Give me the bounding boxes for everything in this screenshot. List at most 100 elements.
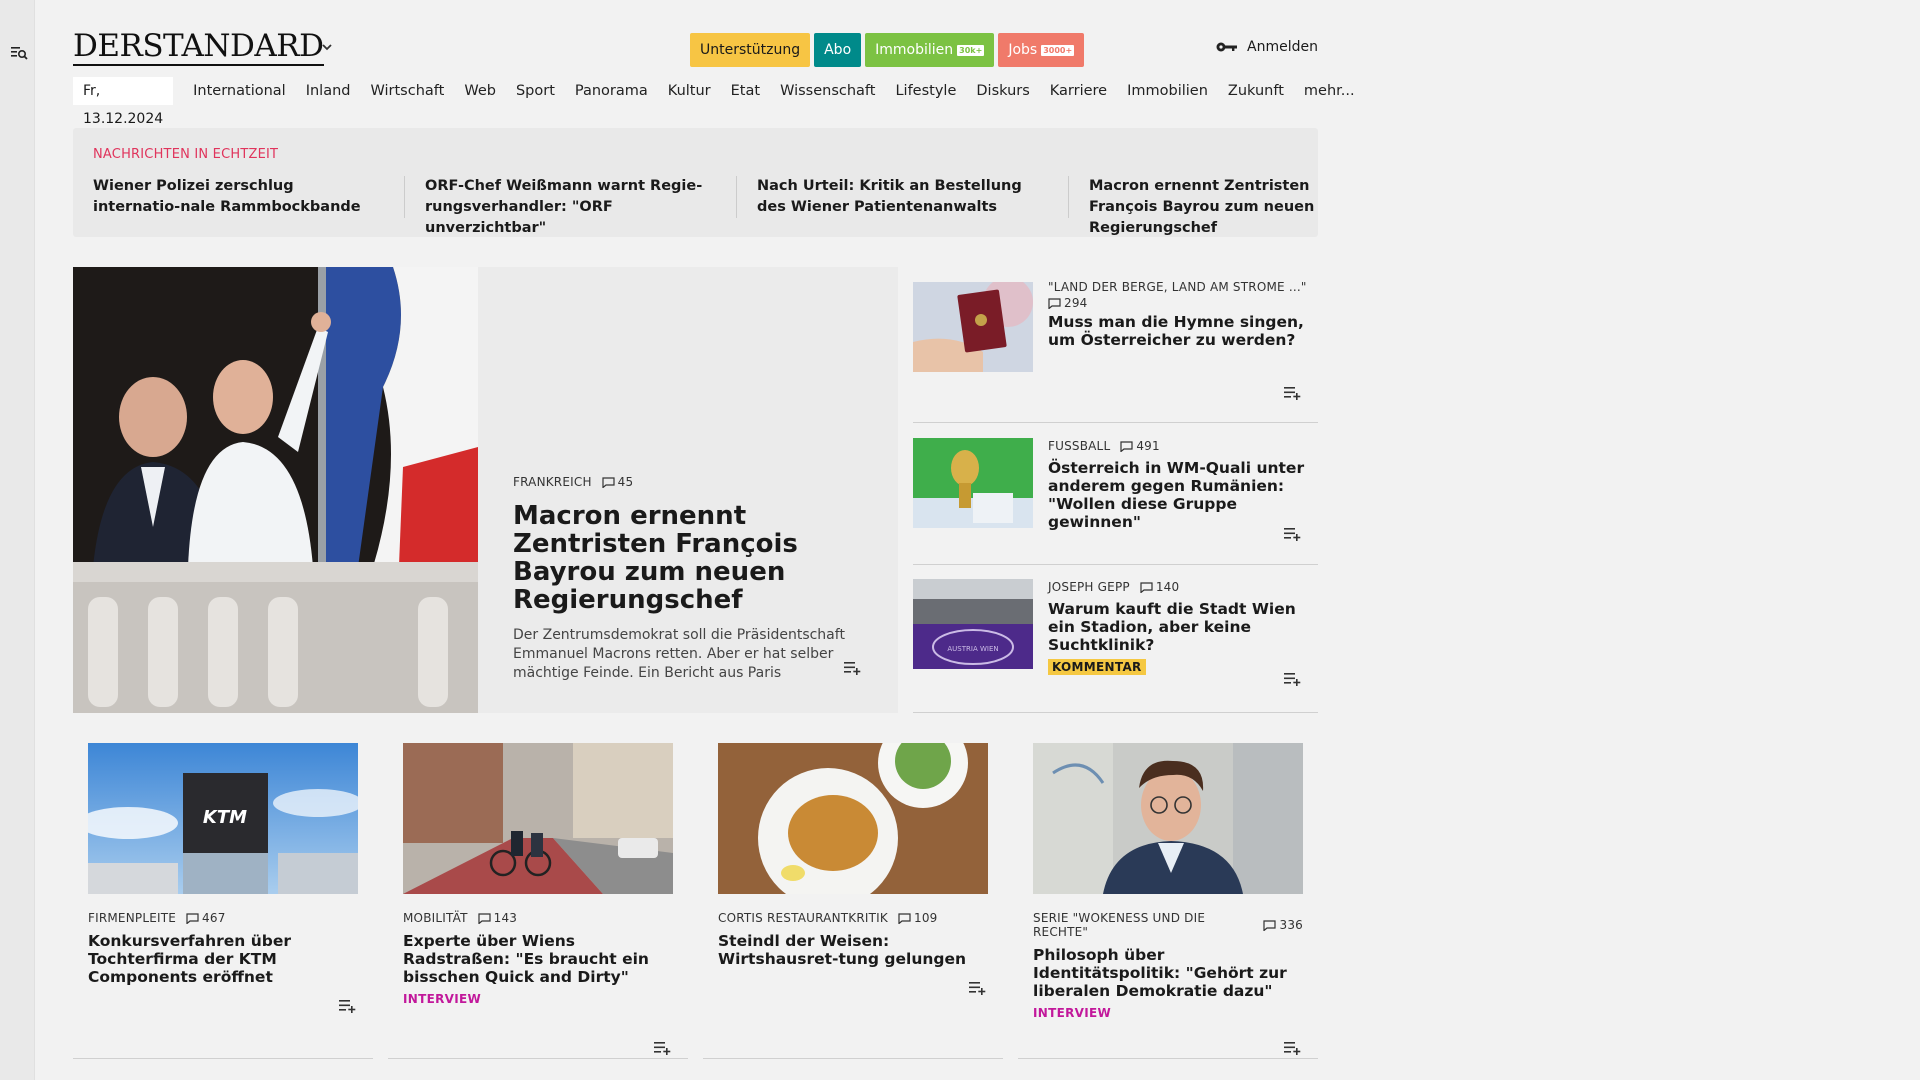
comment-icon bbox=[186, 912, 199, 924]
comment-count[interactable]: 143 bbox=[478, 911, 518, 925]
comment-count-value: 140 bbox=[1155, 580, 1180, 594]
add-to-list-icon[interactable] bbox=[968, 980, 988, 996]
site-logo[interactable]: DERSTANDARD bbox=[73, 30, 324, 66]
comment-count-value: 467 bbox=[202, 911, 226, 925]
ticker-item[interactable]: Nach Urteil: Kritik an Bestellung des Wi… bbox=[757, 176, 1069, 218]
grid-kicker: MOBILITÄT 143 bbox=[403, 911, 673, 925]
ticker-item[interactable]: Macron ernennt Zentristen François Bayro… bbox=[1089, 176, 1401, 236]
side-article[interactable]: "LAND DER BERGE, LAND AM STROME ..." 294… bbox=[913, 280, 1318, 423]
add-to-list-icon[interactable] bbox=[1283, 671, 1303, 687]
comment-count[interactable]: 109 bbox=[898, 911, 938, 925]
comment-icon bbox=[602, 476, 615, 488]
grid-article[interactable]: MOBILITÄT 143 Experte über Wiens Radstra… bbox=[388, 743, 688, 1059]
ktm-building-image[interactable]: KTM bbox=[88, 743, 358, 894]
search-menu-icon[interactable] bbox=[9, 43, 29, 63]
side-article-title[interactable]: Österreich in WM-Quali unter anderem geg… bbox=[1048, 459, 1313, 531]
grid-article-text: CORTIS RESTAURANTKRITIK 109 Steindl der … bbox=[718, 911, 988, 968]
login-label: Anmelden bbox=[1247, 39, 1318, 55]
stadium-image[interactable]: AUSTRIA WIEN bbox=[913, 579, 1033, 669]
grid-article[interactable]: KTM FIRMENPLEITE 467 Konkursverfahren üb… bbox=[73, 743, 373, 1059]
hero-title[interactable]: Macron ernennt Zentristen François Bayro… bbox=[513, 502, 873, 614]
nav-item-wirtschaft[interactable]: Wirtschaft bbox=[360, 77, 454, 105]
bike-lane-image[interactable] bbox=[403, 743, 673, 894]
nav-item-web[interactable]: Web bbox=[454, 77, 506, 105]
nav-item-lifestyle[interactable]: Lifestyle bbox=[885, 77, 966, 105]
schnitzel-image[interactable] bbox=[718, 743, 988, 894]
side-article-text: "LAND DER BERGE, LAND AM STROME ..." 294… bbox=[1048, 280, 1313, 349]
grid-section-label: MOBILITÄT bbox=[403, 911, 468, 925]
grid-kicker: CORTIS RESTAURANTKRITIK 109 bbox=[718, 911, 988, 925]
support-pill[interactable]: Unterstützung bbox=[690, 33, 811, 67]
ticker-item[interactable]: ORF-Chef Weißmann warnt Regie-rungsverha… bbox=[425, 176, 737, 236]
nav-item-more[interactable]: mehr... bbox=[1294, 77, 1365, 105]
nav-item-panorama[interactable]: Panorama bbox=[565, 77, 658, 105]
side-section-label: JOSEPH GEPP bbox=[1048, 580, 1130, 594]
comment-count[interactable]: 467 bbox=[186, 911, 226, 925]
side-strip bbox=[0, 0, 35, 1080]
side-article-text: JOSEPH GEPP 140 Warum kauft die Stadt Wi… bbox=[1048, 580, 1313, 675]
add-to-list-icon[interactable] bbox=[1283, 385, 1303, 401]
side-article[interactable]: AUSTRIA WIEN JOSEPH GEPP 140 Warum kauft… bbox=[913, 579, 1318, 713]
side-article-title[interactable]: Muss man die Hymne singen, um Österreich… bbox=[1048, 313, 1313, 349]
comment-count[interactable]: 140 bbox=[1140, 580, 1180, 594]
ticker-heading: NACHRICHTEN IN ECHTZEIT bbox=[93, 147, 279, 162]
ticker-list: Wiener Polizei zerschlug internatio-nale… bbox=[93, 176, 1401, 236]
nav-item-international[interactable]: International bbox=[183, 77, 296, 105]
grid-article-title[interactable]: Philosoph über Identitätspolitik: "Gehör… bbox=[1033, 946, 1303, 1000]
nav-item-diskurs[interactable]: Diskurs bbox=[966, 77, 1039, 105]
philosopher-portrait-image[interactable] bbox=[1033, 743, 1303, 894]
add-to-list-icon[interactable] bbox=[843, 660, 863, 676]
grid-article-title[interactable]: Experte über Wiens Radstraßen: "Es brauc… bbox=[403, 932, 673, 986]
add-to-list-icon[interactable] bbox=[653, 1040, 673, 1056]
hero-article[interactable]: FRANKREICH 45 Macron ernennt Zentristen … bbox=[73, 267, 898, 713]
commentary-badge: KOMMENTAR bbox=[1048, 659, 1146, 675]
hero-image[interactable] bbox=[73, 267, 478, 713]
grid-article[interactable]: CORTIS RESTAURANTKRITIK 109 Steindl der … bbox=[703, 743, 1003, 1059]
jobs-count: 3000+ bbox=[1041, 44, 1075, 56]
nav-item-sport[interactable]: Sport bbox=[506, 77, 565, 105]
stadium-logo-text: AUSTRIA WIEN bbox=[947, 645, 998, 653]
passport-image[interactable] bbox=[913, 282, 1033, 372]
side-article[interactable]: FUSSBALL 491 Österreich in WM-Quali unte… bbox=[913, 438, 1318, 565]
world-cup-trophy-image[interactable] bbox=[913, 438, 1033, 528]
nav-item-kultur[interactable]: Kultur bbox=[658, 77, 721, 105]
comment-count-value: 109 bbox=[913, 911, 938, 925]
comment-icon bbox=[1120, 440, 1133, 452]
add-to-list-icon[interactable] bbox=[338, 998, 358, 1014]
nav-item-immobilien[interactable]: Immobilien bbox=[1117, 77, 1218, 105]
comment-count-value: 336 bbox=[1279, 918, 1303, 932]
main-nav: Fr, 13.12.2024 International Inland Wirt… bbox=[73, 77, 1365, 127]
live-news-ticker: NACHRICHTEN IN ECHTZEIT Wiener Polizei z… bbox=[73, 128, 1318, 237]
nav-item-zukunft[interactable]: Zukunft bbox=[1218, 77, 1294, 105]
comment-icon bbox=[898, 912, 911, 924]
comment-count[interactable]: 294 bbox=[1048, 296, 1313, 310]
grid-article-title[interactable]: Konkursverfahren über Tochterfirma der K… bbox=[88, 932, 358, 986]
nav-item-inland[interactable]: Inland bbox=[296, 77, 361, 105]
nav-item-karriere[interactable]: Karriere bbox=[1040, 77, 1117, 105]
login-button[interactable]: Anmelden bbox=[1215, 39, 1318, 55]
comment-count[interactable]: 45 bbox=[602, 475, 634, 489]
immobilien-pill[interactable]: Immobilien 30k+ bbox=[865, 33, 995, 67]
grid-article[interactable]: SERIE "WOKENESS UND DIE RECHTE" 336 Phil… bbox=[1018, 743, 1318, 1059]
ticker-item[interactable]: Wiener Polizei zerschlug internatio-nale… bbox=[93, 176, 405, 218]
comment-icon bbox=[1140, 581, 1153, 593]
nav-item-etat[interactable]: Etat bbox=[721, 77, 770, 105]
chevron-down-icon[interactable] bbox=[320, 40, 334, 54]
add-to-list-icon[interactable] bbox=[1283, 526, 1303, 542]
add-to-list-icon[interactable] bbox=[1283, 1040, 1303, 1056]
grid-article-title[interactable]: Steindl der Weisen: Wirtshausret-tung ge… bbox=[718, 932, 988, 968]
comment-count[interactable]: 491 bbox=[1120, 439, 1160, 453]
comment-count-value: 491 bbox=[1136, 439, 1160, 453]
side-article-title[interactable]: Warum kauft die Stadt Wien ein Stadion, … bbox=[1048, 600, 1313, 654]
side-kicker: FUSSBALL 491 bbox=[1048, 439, 1313, 453]
nav-item-wissenschaft[interactable]: Wissenschaft bbox=[770, 77, 885, 105]
jobs-pill[interactable]: Jobs 3000+ bbox=[998, 33, 1085, 67]
hero-lead: Der Zentrumsdemokrat soll die Präsidents… bbox=[513, 627, 845, 681]
header-pills: Unterstützung Abo Immobilien 30k+ Jobs 300… bbox=[690, 33, 1085, 67]
abo-pill[interactable]: Abo bbox=[814, 33, 862, 67]
comment-icon bbox=[1048, 297, 1061, 309]
comment-count[interactable]: 336 bbox=[1263, 918, 1303, 932]
side-section-label: "LAND DER BERGE, LAND AM STROME ..." bbox=[1048, 280, 1307, 294]
hero-text: FRANKREICH 45 Macron ernennt Zentristen … bbox=[513, 475, 873, 683]
grid-article-text: SERIE "WOKENESS UND DIE RECHTE" 336 Phil… bbox=[1033, 911, 1303, 1020]
